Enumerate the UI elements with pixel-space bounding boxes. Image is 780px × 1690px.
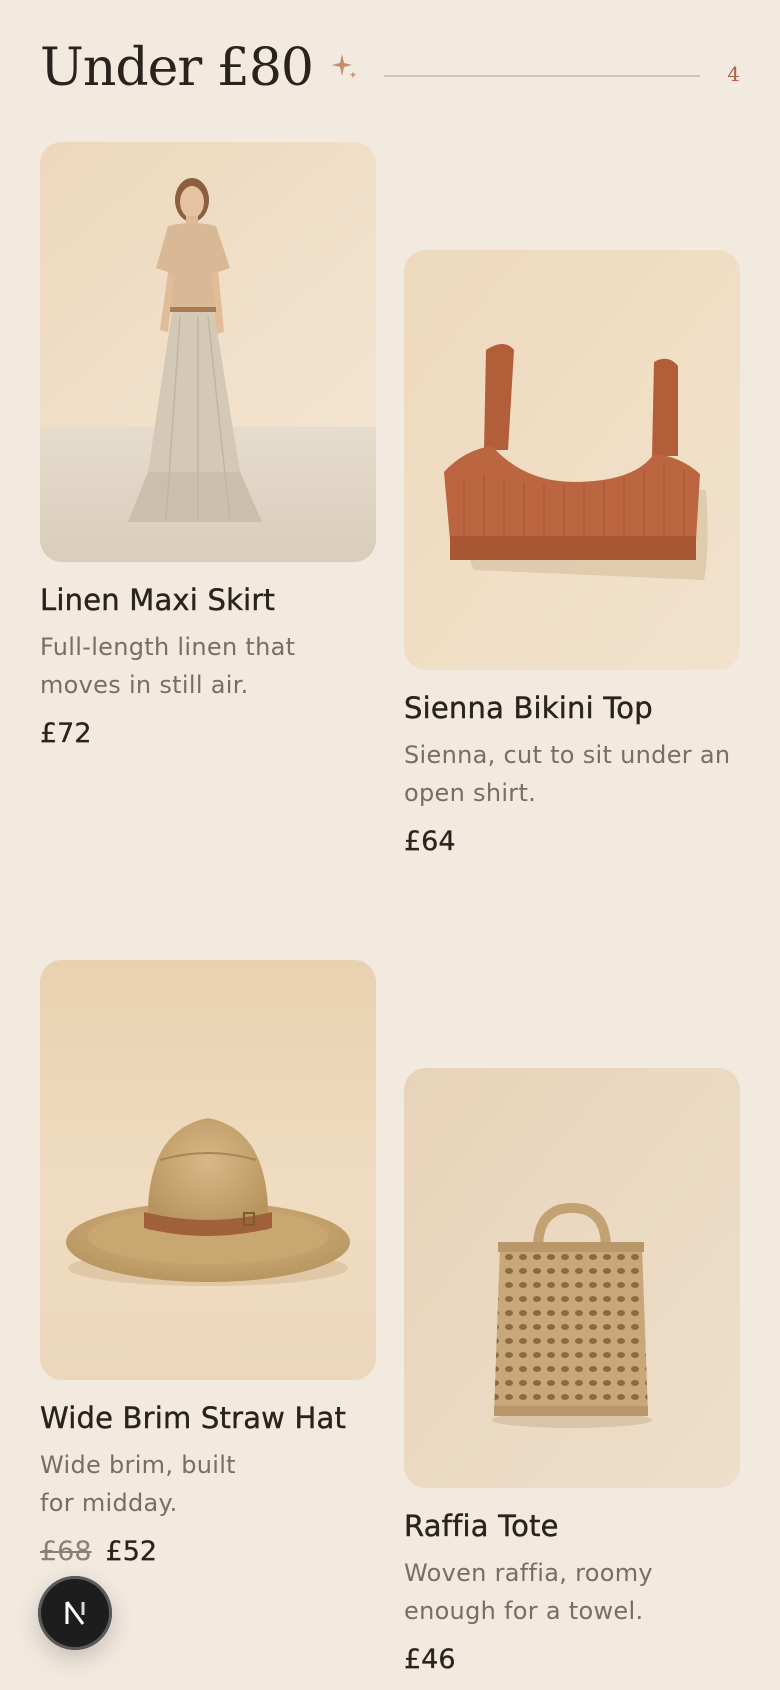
item-count: 4 <box>727 62 740 86</box>
price-original: £68 <box>40 1536 92 1567</box>
product-card[interactable]: Linen Maxi Skirt Full-length linen that … <box>40 142 376 754</box>
product-price: £72 <box>40 714 376 754</box>
section-header: Under £80 4 <box>40 36 740 106</box>
product-card[interactable]: Sienna Bikini Top Sienna, cut to sit und… <box>404 250 740 862</box>
product-description: Sienna, cut to sit under an open shirt. <box>404 741 731 807</box>
product-description: Full-length linen that moves in still ai… <box>40 633 296 699</box>
header-divider <box>384 75 700 77</box>
price-current: £64 <box>404 826 456 857</box>
next-logo-icon <box>59 1597 91 1629</box>
product-image[interactable] <box>404 250 740 670</box>
product-card[interactable]: Raffia Tote Woven raffia, roomy enough f… <box>404 1068 740 1680</box>
product-card[interactable]: Wide Brim Straw Hat Wide brim, built for… <box>40 960 376 1572</box>
product-description: Woven raffia, roomy enough for a towel. <box>404 1559 653 1625</box>
product-price: £64 <box>404 822 740 862</box>
price-current: £52 <box>105 1536 158 1567</box>
next-badge-button[interactable] <box>38 1576 112 1650</box>
sparkle-icon <box>330 52 360 82</box>
product-image[interactable] <box>40 960 376 1380</box>
product-image[interactable] <box>40 142 376 562</box>
product-description: Wide brim, built for midday. <box>40 1451 236 1517</box>
product-name[interactable]: Linen Maxi Skirt <box>40 580 376 620</box>
product-name[interactable]: Sienna Bikini Top <box>404 688 740 728</box>
product-image[interactable] <box>404 1068 740 1488</box>
section-title: Under £80 <box>40 38 314 98</box>
product-name[interactable]: Raffia Tote <box>404 1506 740 1546</box>
price-current: £72 <box>40 718 92 749</box>
product-name[interactable]: Wide Brim Straw Hat <box>40 1398 376 1438</box>
product-price: £68 £52 <box>40 1532 376 1572</box>
product-price: £46 <box>404 1640 740 1680</box>
price-current: £46 <box>404 1644 456 1675</box>
